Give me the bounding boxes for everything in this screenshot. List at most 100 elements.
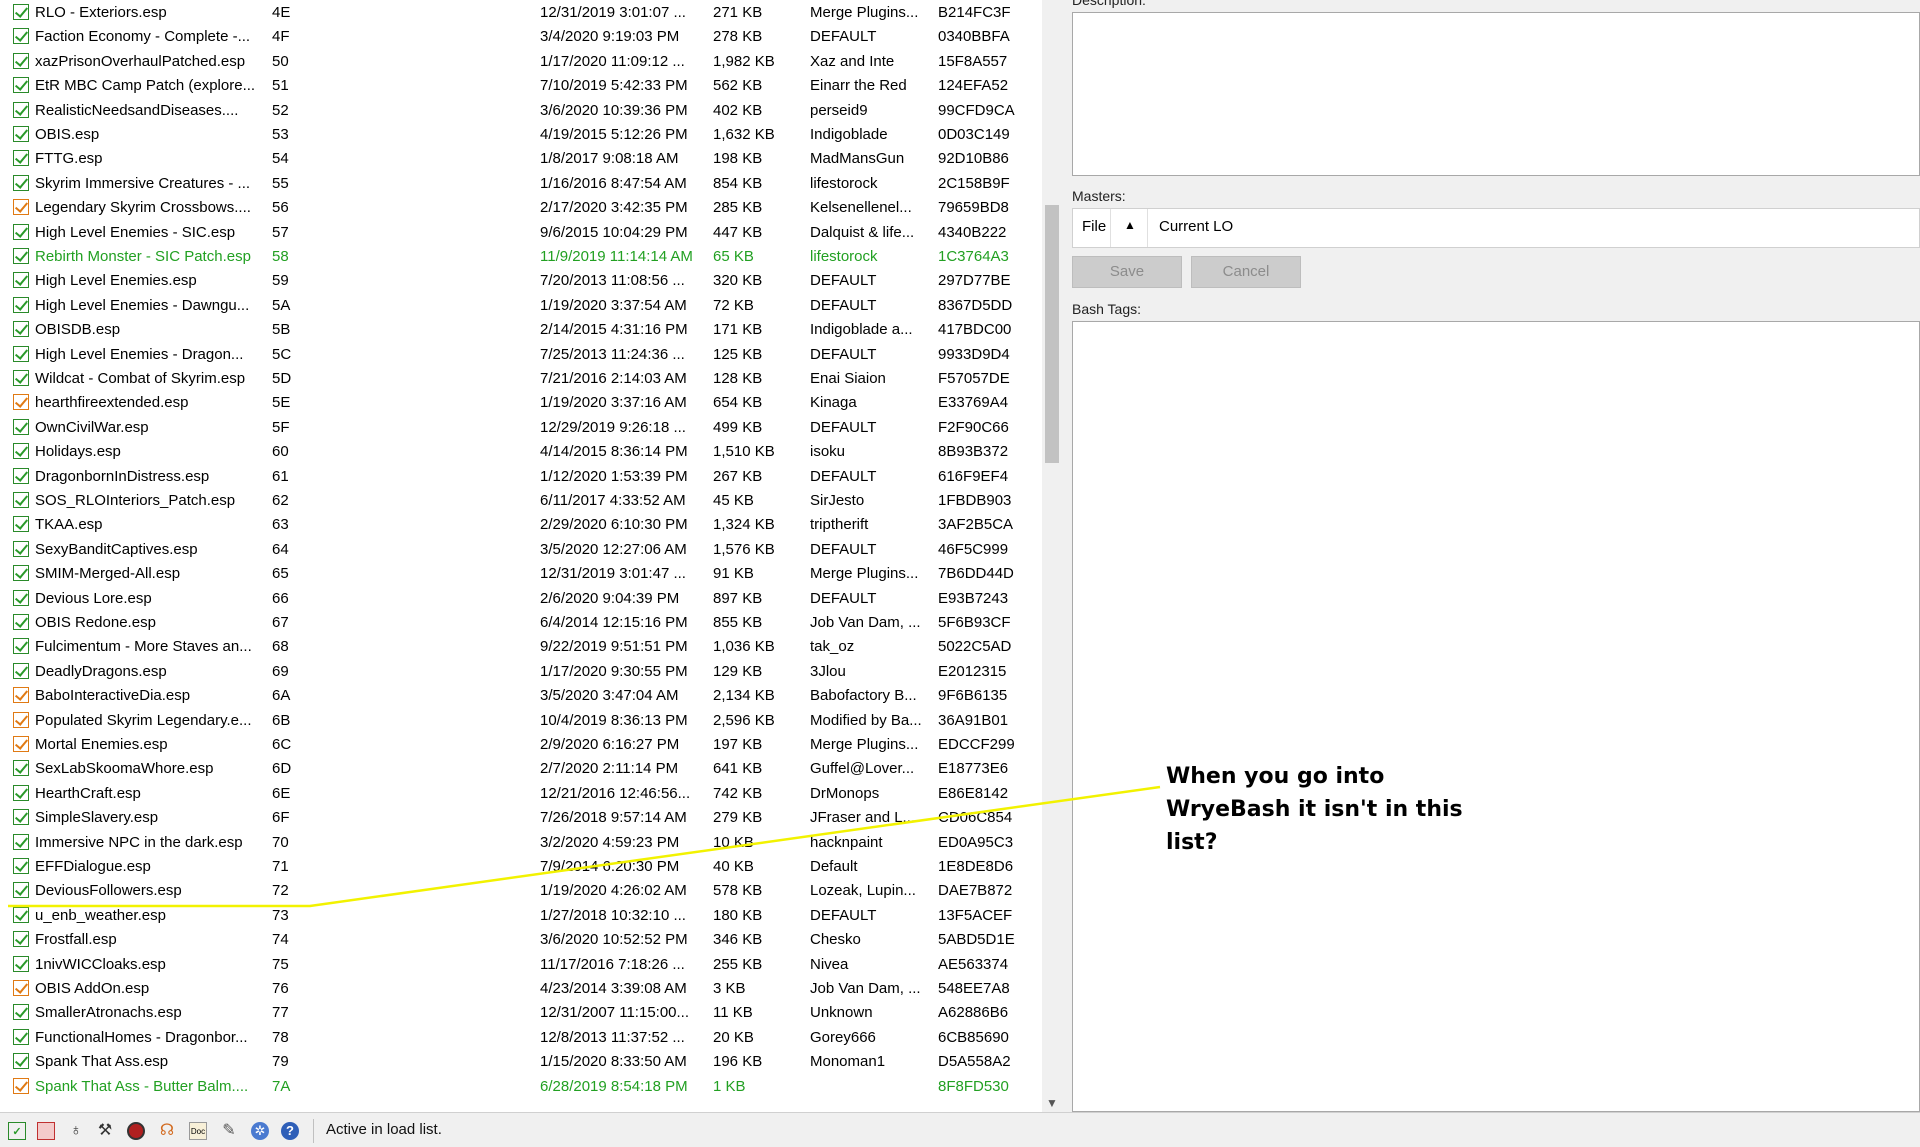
plugin-checkbox[interactable] [13, 296, 29, 313]
plugin-row[interactable]: SexyBanditCaptives.esp 64 3/5/2020 12:27:0… [0, 538, 1040, 562]
plugin-row[interactable]: High Level Enemies - SIC.esp 57 9/6/2015 1… [0, 221, 1040, 245]
help-icon[interactable]: ? [281, 1122, 299, 1140]
bulb-icon[interactable]: ♁ [67, 1122, 85, 1140]
plugin-checkbox[interactable] [13, 1004, 29, 1021]
plugin-checkbox[interactable] [13, 174, 29, 191]
scroll-down-arrow-icon[interactable]: ▼ [1042, 1096, 1062, 1110]
plugin-row[interactable]: FunctionalHomes - Dragonbor... 78 12/8/201… [0, 1026, 1040, 1050]
plugin-row[interactable]: DragonbornInDistress.esp 61 1/12/2020 1:53… [0, 465, 1040, 489]
scrollbar-thumb[interactable] [1045, 205, 1059, 463]
plugin-checkbox[interactable] [13, 1053, 29, 1070]
plugin-checkbox[interactable] [13, 248, 29, 264]
plugin-row[interactable]: Spank That Ass - Butter Balm.... 7A 6/28/2… [0, 1075, 1040, 1099]
plugin-checkbox[interactable] [13, 784, 29, 801]
doc-icon[interactable]: Doc [189, 1122, 207, 1140]
plugin-row[interactable]: Populated Skyrim Legendary.e... 6B 10/4/20… [0, 709, 1040, 733]
plugin-checkbox[interactable] [13, 687, 29, 704]
plugin-row[interactable]: OBISDB.esp 5B 2/14/2015 4:31:16 PM 171 KB In… [0, 318, 1040, 342]
plugin-row[interactable]: Wildcat - Combat of Skyrim.esp 5D 7/21/201… [0, 367, 1040, 391]
plugin-checkbox[interactable] [13, 467, 29, 484]
plugin-checkbox[interactable] [13, 614, 29, 630]
plugin-checkbox[interactable] [13, 760, 29, 777]
plugin-row[interactable]: RealisticNeedsandDiseases.... 52 3/6/2020 … [0, 99, 1040, 123]
plugin-checkbox[interactable] [13, 150, 29, 167]
sort-ascending-icon[interactable]: ▲ [1124, 218, 1136, 232]
plugin-checkbox[interactable] [13, 492, 29, 508]
plugin-row[interactable]: Fulcimentum - More Staves an... 68 9/22/20… [0, 635, 1040, 659]
plugin-checkbox[interactable] [13, 711, 29, 728]
plugin-checkbox[interactable] [13, 882, 29, 899]
settings-icon[interactable]: ✲ [251, 1122, 269, 1140]
plugin-row[interactable]: RLO - Exteriors.esp 4E 12/31/2019 3:01:07 … [0, 1, 1040, 25]
plugin-row[interactable]: TKAA.esp 63 2/29/2020 6:10:30 PM 1,324 KB tr… [0, 513, 1040, 537]
list-scrollbar[interactable]: ▼ [1042, 0, 1062, 1112]
plugin-row[interactable]: u_enb_weather.esp 73 1/27/2018 10:32:10 ..… [0, 904, 1040, 928]
plugin-row[interactable]: Skyrim Immersive Creatures - ... 55 1/16/2… [0, 172, 1040, 196]
plugin-checkbox[interactable] [13, 662, 29, 679]
bash-tags-box[interactable] [1072, 321, 1920, 1112]
plugin-row[interactable]: Devious Lore.esp 66 2/6/2020 9:04:39 PM 897… [0, 587, 1040, 611]
plugin-row[interactable]: Mortal Enemies.esp 6C 2/9/2020 6:16:27 PM 1… [0, 733, 1040, 757]
plugin-checkbox[interactable] [13, 516, 29, 533]
plugin-row[interactable]: SmallerAtronachs.esp 77 12/31/2007 11:15:0… [0, 1001, 1040, 1025]
description-textarea[interactable] [1072, 12, 1920, 176]
plugin-row[interactable]: High Level Enemies.esp 59 7/20/2013 11:08:… [0, 269, 1040, 293]
plugin-row[interactable]: OwnCivilWar.esp 5F 12/29/2019 9:26:18 ... 4… [0, 416, 1040, 440]
cancel-button[interactable]: Cancel [1191, 256, 1301, 288]
masters-col-current-lo[interactable]: Current LO [1159, 218, 1233, 235]
plugin-row[interactable]: SimpleSlavery.esp 6F 7/26/2018 9:57:14 AM 2… [0, 806, 1040, 830]
plugin-row[interactable]: Immersive NPC in the dark.esp 70 3/2/2020 … [0, 831, 1040, 855]
plugin-checkbox[interactable] [13, 28, 29, 45]
plugin-row[interactable]: HearthCraft.esp 6E 12/21/2016 12:46:56... 7… [0, 782, 1040, 806]
plugin-row[interactable]: SexLabSkoomaWhore.esp 6D 2/7/2020 2:11:14 … [0, 757, 1040, 781]
plugin-row[interactable]: FTTG.esp 54 1/8/2017 9:08:18 AM 198 KB MadMa… [0, 147, 1040, 171]
plugin-row[interactable]: Spank That Ass.esp 79 1/15/2020 8:33:50 AM… [0, 1050, 1040, 1074]
plugin-checkbox[interactable] [13, 906, 29, 923]
plugin-checkbox[interactable] [13, 931, 29, 948]
plugin-checkbox[interactable] [13, 394, 29, 411]
plugin-row[interactable]: SOS_RLOInteriors_Patch.esp 62 6/11/2017 4:… [0, 489, 1040, 513]
plugin-checkbox[interactable] [13, 272, 29, 289]
plugin-row[interactable]: SMIM-Merged-All.esp 65 12/31/2019 3:01:47 … [0, 562, 1040, 586]
plugin-list[interactable]: RLO - Exteriors.esp 4E 12/31/2019 3:01:07 … [0, 0, 1042, 1112]
plugin-row[interactable]: Rebirth Monster - SIC Patch.esp 58 11/9/20… [0, 245, 1040, 269]
plugin-checkbox[interactable] [13, 1077, 29, 1094]
square-icon[interactable] [37, 1122, 55, 1140]
plugin-row[interactable]: 1nivWICCloaks.esp 75 11/17/2016 7:18:26 ..… [0, 953, 1040, 977]
plugin-row[interactable]: Frostfall.esp 74 3/6/2020 10:52:52 PM 346 K… [0, 928, 1040, 952]
plugin-checkbox[interactable] [13, 4, 29, 20]
plugin-checkbox[interactable] [13, 443, 29, 460]
plugin-checkbox[interactable] [13, 370, 29, 386]
wrench-icon[interactable]: ⚒ [96, 1122, 114, 1140]
plugin-row[interactable]: OBIS AddOn.esp 76 4/23/2014 3:39:08 AM 3 KB… [0, 977, 1040, 1001]
plugin-row[interactable]: Holidays.esp 60 4/14/2015 8:36:14 PM 1,510 … [0, 440, 1040, 464]
plugin-row[interactable]: hearthfireextended.esp 5E 1/19/2020 3:37:1… [0, 391, 1040, 415]
plugin-checkbox[interactable] [13, 955, 29, 972]
plugin-checkbox[interactable] [13, 321, 29, 338]
plugin-row[interactable]: BaboInteractiveDia.esp 6A 3/5/2020 3:47:04… [0, 684, 1040, 708]
pencil-icon[interactable]: ✎ [220, 1122, 238, 1140]
plugin-row[interactable]: OBIS.esp 53 4/19/2015 5:12:26 PM 1,632 KB In… [0, 123, 1040, 147]
plugin-checkbox[interactable] [13, 565, 29, 582]
plugin-checkbox[interactable] [13, 52, 29, 69]
plugin-checkbox[interactable] [13, 540, 29, 557]
plugin-row[interactable]: High Level Enemies - Dawngu... 5A 1/19/202… [0, 294, 1040, 318]
checkbox-icon[interactable]: ✓ [8, 1122, 26, 1140]
plugin-checkbox[interactable] [13, 809, 29, 826]
plugin-row[interactable]: OBIS Redone.esp 67 6/4/2014 12:15:16 PM 855… [0, 611, 1040, 635]
plugin-row[interactable]: EFFDialogue.esp 71 7/9/2014 6:20:30 PM 40 K… [0, 855, 1040, 879]
plugin-checkbox[interactable] [13, 736, 29, 752]
plugin-checkbox[interactable] [13, 101, 29, 118]
plugin-row[interactable]: xazPrisonOverhaulPatched.esp 50 1/17/2020 … [0, 50, 1040, 74]
plugin-checkbox[interactable] [13, 1028, 29, 1045]
plugin-row[interactable]: EtR MBC Camp Patch (explore... 51 7/10/201… [0, 74, 1040, 98]
plugin-checkbox[interactable] [13, 638, 29, 655]
plugin-checkbox[interactable] [13, 126, 29, 142]
plugin-row[interactable]: DeviousFollowers.esp 72 1/19/2020 4:26:02 … [0, 879, 1040, 903]
record-icon[interactable] [127, 1122, 145, 1140]
plugin-checkbox[interactable] [13, 77, 29, 94]
plugin-row[interactable]: Legendary Skyrim Crossbows.... 56 2/17/202… [0, 196, 1040, 220]
plugin-checkbox[interactable] [13, 858, 29, 874]
plugin-checkbox[interactable] [13, 833, 29, 850]
plugin-checkbox[interactable] [13, 980, 29, 996]
